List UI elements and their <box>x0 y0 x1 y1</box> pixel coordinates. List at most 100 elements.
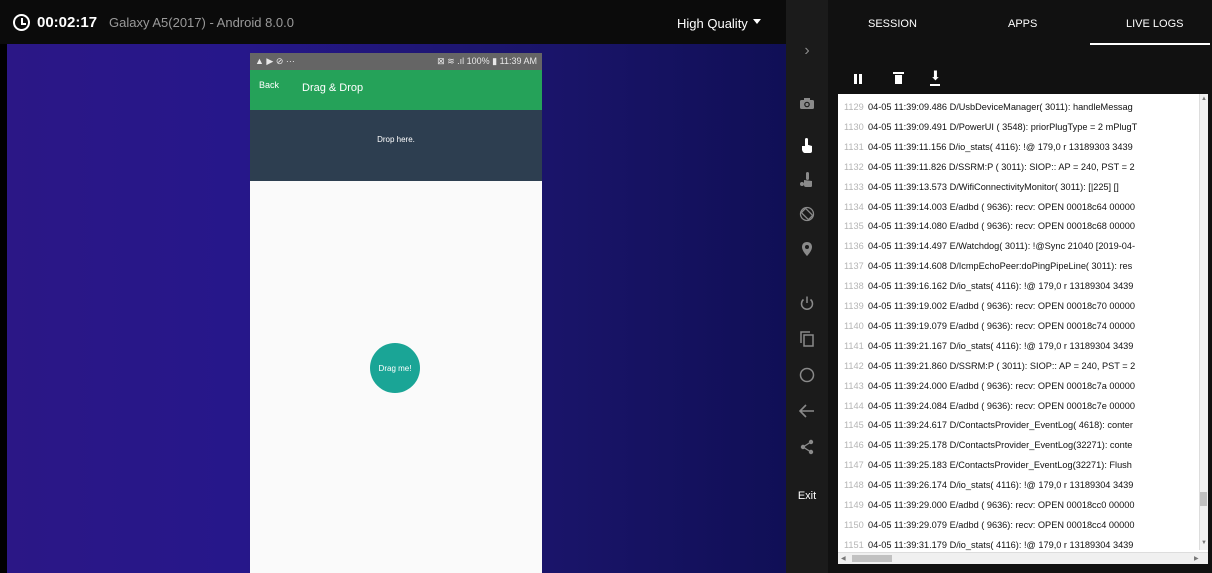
log-line-number: 1147 <box>844 460 864 471</box>
scroll-right-icon[interactable]: ▶ <box>1194 556 1199 562</box>
log-line-number: 1140 <box>844 320 864 331</box>
log-line-text: 04-05 11:39:24.000 E/adbd ( 9636): recv:… <box>868 380 1135 391</box>
touch-icon[interactable] <box>786 134 828 156</box>
log-line-text: 04-05 11:39:11.826 D/SSRM:P ( 3011): SIO… <box>868 161 1135 172</box>
device-name: Galaxy A5(2017) - Android 8.0.0 <box>109 15 295 30</box>
quality-select[interactable]: High Quality <box>677 16 748 31</box>
drop-zone-label: Drop here. <box>377 135 415 144</box>
share-icon[interactable] <box>786 436 828 458</box>
log-line-text: 04-05 11:39:13.573 D/WifiConnectivityMon… <box>868 181 1119 192</box>
gesture-icon[interactable] <box>786 168 828 190</box>
rotate-icon[interactable] <box>786 203 828 225</box>
android-status-bar: ▲ ▶ ⊘ ··· ⊠ ≋ .ıl 100% ▮ 11:39 AM <box>250 53 542 70</box>
camera-icon[interactable] <box>786 92 828 114</box>
trash-icon[interactable] <box>893 72 904 84</box>
log-line-text: 04-05 11:39:29.079 E/adbd ( 9636): recv:… <box>868 519 1135 530</box>
log-line-text: 04-05 11:39:11.156 D/io_stats( 4116): !@… <box>868 141 1133 152</box>
log-line-number: 1144 <box>844 400 864 411</box>
log-line-number: 1134 <box>844 201 864 212</box>
log-line-number: 1142 <box>844 360 864 371</box>
log-line-text: 04-05 11:39:19.002 E/adbd ( 9636): recv:… <box>868 301 1135 311</box>
exit-button[interactable]: Exit <box>786 490 828 502</box>
horizontal-scrollbar[interactable]: ◀ ▶ <box>838 552 1208 564</box>
log-line-number: 1141 <box>844 340 864 351</box>
horizontal-scroll-thumb[interactable] <box>852 555 892 562</box>
back-arrow-icon[interactable] <box>786 400 828 422</box>
log-line-number: 1139 <box>844 301 864 311</box>
log-viewer[interactable]: 1151 04-05 11:39:31.179 D/io_stats( 4116)… <box>838 94 1208 564</box>
session-timer: 00:02:17 <box>37 14 98 31</box>
pause-icon[interactable] <box>854 74 862 84</box>
log-line-text: 04-05 11:39:14.080 E/adbd ( 9636): recv:… <box>868 221 1135 232</box>
chevron-right-icon[interactable]: › <box>786 40 828 62</box>
log-row: 1137 04-05 11:39:14.608 D/IcmpEchoPeer:do… <box>838 257 1200 276</box>
log-row: 1147 04-05 11:39:25.183 E/ContactsProvide… <box>838 456 1200 475</box>
log-line-text: 04-05 11:39:26.174 D/io_stats( 4116): !@… <box>868 480 1134 491</box>
log-row: 1146 04-05 11:39:25.178 D/ContactsProvide… <box>838 436 1200 455</box>
log-line-number: 1145 <box>844 420 864 431</box>
log-line-number: 1135 <box>844 221 864 232</box>
log-line-text: 04-05 11:39:16.162 D/io_stats( 4116): !@… <box>868 281 1134 292</box>
device-screen[interactable]: ▲ ▶ ⊘ ··· ⊠ ≋ .ıl 100% ▮ 11:39 AM Back D… <box>250 53 542 573</box>
log-line-number: 1132 <box>844 161 864 172</box>
scroll-down-icon[interactable]: ▼ <box>1201 540 1207 546</box>
tab-session[interactable]: SESSION <box>868 18 917 30</box>
back-button[interactable]: Back <box>259 80 279 90</box>
log-toolbar: ⬇ <box>828 66 1212 92</box>
log-line-number: 1133 <box>844 181 864 192</box>
log-row: 1134 04-05 11:39:14.003 E/adbd ( 9636): r… <box>838 198 1200 217</box>
log-line-text: 04-05 11:39:21.167 D/io_stats( 4116): !@… <box>868 340 1134 351</box>
log-line-number: 1137 <box>844 261 864 272</box>
log-line-number: 1146 <box>844 440 864 451</box>
log-line-number: 1129 <box>844 102 864 112</box>
log-row: 1129 04-05 11:39:09.486 D/UsbDeviceManage… <box>838 98 1200 117</box>
log-line-number: 1130 <box>844 121 864 132</box>
log-line-text: 04-05 11:39:14.608 D/IcmpEchoPeer:doPing… <box>868 261 1133 272</box>
tab-apps[interactable]: APPS <box>1008 18 1037 30</box>
app-title: Drag & Drop <box>302 82 364 94</box>
scroll-up-icon[interactable]: ▲ <box>1201 96 1207 102</box>
vertical-scroll-thumb[interactable] <box>1200 492 1207 506</box>
log-row: 1149 04-05 11:39:29.000 E/adbd ( 9636): r… <box>838 496 1200 515</box>
log-line-number: 1148 <box>844 480 864 491</box>
log-line-text: 04-05 11:39:09.491 D/PowerUI ( 3548): pr… <box>868 121 1138 132</box>
log-line-number: 1150 <box>844 519 864 530</box>
panel-tabs: SESSION APPS LIVE LOGS <box>828 0 1212 45</box>
location-icon[interactable] <box>786 238 828 260</box>
chevron-down-icon[interactable] <box>753 19 761 24</box>
log-line-number: 1138 <box>844 281 864 292</box>
overview-icon[interactable] <box>786 328 828 350</box>
log-line-text: 04-05 11:39:25.183 E/ContactsProvider_Ev… <box>868 460 1132 471</box>
drop-zone[interactable]: Drop here. <box>250 110 542 181</box>
status-notification-icons: ▲ ▶ ⊘ ··· <box>255 56 295 66</box>
log-row: 1142 04-05 11:39:21.860 D/SSRM:P ( 3011):… <box>838 357 1200 376</box>
log-line-text: 04-05 11:39:14.497 E/Watchdog( 3011): !@… <box>868 241 1136 252</box>
status-system-icons: ⊠ ≋ .ıl 100% ▮ 11:39 AM <box>437 56 537 66</box>
power-icon[interactable] <box>786 292 828 314</box>
log-row: 1148 04-05 11:39:26.174 D/io_stats( 4116)… <box>838 476 1200 495</box>
log-line-number: 1131 <box>844 141 864 152</box>
log-line-text: 04-05 11:39:24.617 D/ContactsProvider_Ev… <box>868 420 1133 431</box>
log-row: 1136 04-05 11:39:14.497 E/Watchdog( 3011)… <box>838 237 1200 256</box>
log-row: 1150 04-05 11:39:29.079 E/adbd ( 9636): r… <box>838 516 1200 535</box>
scroll-left-icon[interactable]: ◀ <box>841 556 846 562</box>
app-bar: Back Drag & Drop <box>250 70 542 110</box>
log-line-number: 1149 <box>844 500 864 510</box>
log-row: 1131 04-05 11:39:11.156 D/io_stats( 4116)… <box>838 138 1200 157</box>
log-line-text: 04-05 11:39:24.084 E/adbd ( 9636): recv:… <box>868 400 1135 411</box>
tab-live-logs[interactable]: LIVE LOGS <box>1126 18 1183 30</box>
clock-icon <box>13 14 30 31</box>
log-row: 1133 04-05 11:39:13.573 D/WifiConnectivit… <box>838 178 1200 197</box>
drag-me-button[interactable]: Drag me! <box>370 343 420 393</box>
download-icon[interactable]: ⬇ <box>930 69 941 86</box>
log-row: 1140 04-05 11:39:19.079 E/adbd ( 9636): r… <box>838 317 1200 336</box>
vertical-scrollbar[interactable]: ▲ ▼ <box>1199 94 1208 550</box>
log-line-number: 1136 <box>844 241 864 252</box>
session-header: 00:02:17 Galaxy A5(2017) - Android 8.0.0… <box>0 0 786 44</box>
log-row: 1143 04-05 11:39:24.000 E/adbd ( 9636): r… <box>838 377 1200 396</box>
log-row: 1145 04-05 11:39:24.617 D/ContactsProvide… <box>838 416 1200 435</box>
log-row: 1135 04-05 11:39:14.080 E/adbd ( 9636): r… <box>838 217 1200 236</box>
side-panel: SESSION APPS LIVE LOGS ⬇ 1151 04-05 11:39… <box>828 0 1212 573</box>
log-row: 1141 04-05 11:39:21.167 D/io_stats( 4116)… <box>838 337 1200 356</box>
home-icon[interactable] <box>786 364 828 386</box>
